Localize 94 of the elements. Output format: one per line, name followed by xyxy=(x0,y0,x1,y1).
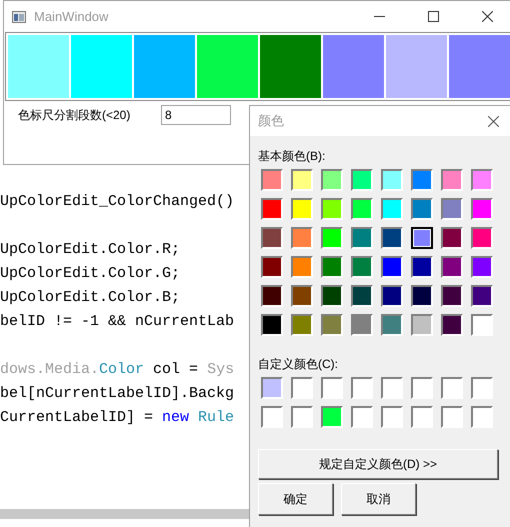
code-line: UpColorEdit.Color.G; xyxy=(0,265,180,282)
color-swatch[interactable] xyxy=(351,256,373,278)
color-swatch[interactable] xyxy=(441,314,463,336)
color-swatch[interactable] xyxy=(381,169,403,191)
color-swatch[interactable] xyxy=(261,285,283,307)
color-swatch[interactable] xyxy=(261,314,283,336)
close-icon[interactable] xyxy=(482,11,492,22)
color-swatch[interactable] xyxy=(321,377,343,399)
color-swatch[interactable] xyxy=(411,314,433,336)
color-swatch[interactable] xyxy=(471,256,493,278)
color-swatch[interactable] xyxy=(351,285,373,307)
color-swatch[interactable] xyxy=(471,406,493,428)
color-swatch[interactable] xyxy=(351,406,373,428)
color-swatch[interactable] xyxy=(381,406,403,428)
color-swatch[interactable] xyxy=(351,377,373,399)
color-swatch[interactable] xyxy=(8,35,69,98)
maximize-icon[interactable] xyxy=(428,11,438,22)
color-swatch[interactable] xyxy=(471,169,493,191)
color-swatch[interactable] xyxy=(321,406,343,428)
color-swatch[interactable] xyxy=(291,256,313,278)
color-swatch[interactable] xyxy=(261,377,283,399)
color-swatch[interactable] xyxy=(471,227,493,249)
color-swatch[interactable] xyxy=(321,256,343,278)
code-line: bel[nCurrentLabelID].Backg xyxy=(0,385,234,402)
color-swatch[interactable] xyxy=(321,285,343,307)
code-line: dows.Media.Color col = Sys xyxy=(0,361,234,378)
section-label: 自定义颜色(C): xyxy=(258,356,339,373)
color-swatch[interactable] xyxy=(411,256,433,278)
color-swatch[interactable] xyxy=(471,198,493,220)
color-swatch[interactable] xyxy=(260,35,321,98)
color-swatch[interactable] xyxy=(449,35,510,98)
color-swatch[interactable] xyxy=(441,169,463,191)
color-swatch[interactable] xyxy=(381,198,403,220)
app-icon xyxy=(12,10,26,22)
color-swatch[interactable] xyxy=(134,35,195,98)
code-line: CurrentLabelID] = new Rule xyxy=(0,409,234,426)
color-swatch[interactable] xyxy=(471,314,493,336)
color-swatch[interactable] xyxy=(291,285,313,307)
color-swatch[interactable] xyxy=(351,227,373,249)
color-swatch[interactable] xyxy=(381,256,403,278)
code-line: belID != -1 && nCurrentLab xyxy=(0,313,234,330)
dialog-title: 颜色 xyxy=(258,112,285,130)
color-swatch[interactable] xyxy=(441,406,463,428)
define-colors-button[interactable]: 规定自定义颜色(D) >> xyxy=(258,449,498,479)
color-swatch[interactable] xyxy=(381,227,403,249)
color-swatch[interactable] xyxy=(411,169,433,191)
color-swatch[interactable] xyxy=(471,285,493,307)
code-line: UpColorEdit.Color.B; xyxy=(0,289,180,306)
color-swatch[interactable] xyxy=(291,169,313,191)
color-swatch[interactable] xyxy=(291,406,313,428)
color-swatch[interactable] xyxy=(441,227,463,249)
cancel-button[interactable]: 取消 xyxy=(341,483,416,515)
color-swatch[interactable] xyxy=(321,227,343,249)
color-swatch[interactable] xyxy=(261,169,283,191)
color-swatch[interactable] xyxy=(291,314,313,336)
color-swatch[interactable] xyxy=(321,314,343,336)
color-swatch[interactable] xyxy=(441,256,463,278)
window-title: MainWindow xyxy=(34,9,110,24)
color-swatch[interactable] xyxy=(321,169,343,191)
color-swatch[interactable] xyxy=(351,314,373,336)
color-swatch[interactable] xyxy=(441,285,463,307)
color-swatch[interactable] xyxy=(71,35,132,98)
color-swatch[interactable] xyxy=(381,377,403,399)
input-field[interactable]: 8 xyxy=(161,105,231,125)
color-swatch[interactable] xyxy=(291,198,313,220)
color-swatch[interactable] xyxy=(386,35,447,98)
color-swatch[interactable] xyxy=(351,198,373,220)
color-swatch[interactable] xyxy=(261,198,283,220)
code-line: UpColorEdit_ColorChanged() xyxy=(0,193,234,210)
color-swatch[interactable] xyxy=(261,227,283,249)
color-swatch[interactable] xyxy=(441,377,463,399)
color-swatch[interactable] xyxy=(411,285,433,307)
close-icon[interactable] xyxy=(488,116,499,126)
color-swatch[interactable] xyxy=(441,198,463,220)
color-swatch[interactable] xyxy=(381,314,403,336)
color-swatch[interactable] xyxy=(291,377,313,399)
ok-button[interactable]: 确定 xyxy=(258,483,333,515)
color-swatch[interactable] xyxy=(321,198,343,220)
color-swatch[interactable] xyxy=(411,227,433,249)
code-line: UpColorEdit.Color.R; xyxy=(0,241,180,258)
minimize-icon[interactable] xyxy=(374,16,384,17)
color-swatch[interactable] xyxy=(411,198,433,220)
field-label: 色标尺分割段数(<20) xyxy=(18,106,132,124)
color-swatch[interactable] xyxy=(471,377,493,399)
color-swatch[interactable] xyxy=(291,227,313,249)
color-swatch[interactable] xyxy=(411,406,433,428)
color-swatch[interactable] xyxy=(411,377,433,399)
color-swatch[interactable] xyxy=(261,406,283,428)
color-swatch[interactable] xyxy=(351,169,373,191)
color-swatch[interactable] xyxy=(381,285,403,307)
color-swatch[interactable] xyxy=(323,35,384,98)
section-label: 基本颜色(B): xyxy=(258,148,326,165)
color-swatch[interactable] xyxy=(197,35,258,98)
color-swatch[interactable] xyxy=(261,256,283,278)
